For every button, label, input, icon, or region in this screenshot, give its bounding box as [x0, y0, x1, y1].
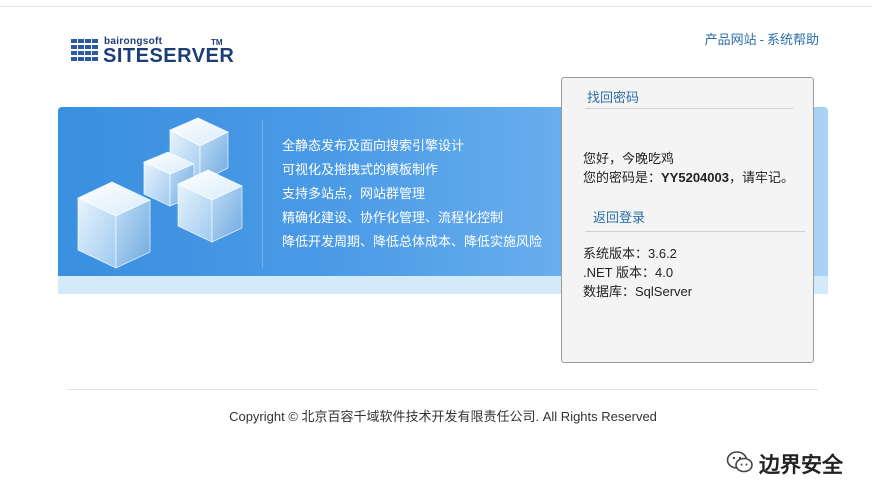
product-site-link[interactable]: 产品网站	[705, 32, 757, 47]
top-links: 产品网站 - 系统帮助	[705, 29, 819, 48]
password-value: YY5204003	[661, 170, 729, 185]
feature-item: 支持多站点，网站群管理	[282, 186, 426, 201]
wechat-icon	[726, 451, 753, 473]
dotnet-version: .NET 版本：4.0	[583, 265, 674, 280]
password-prefix: 您的密码是：	[583, 170, 662, 185]
cube-front	[77, 181, 151, 269]
help-link[interactable]: 系统帮助	[767, 32, 819, 47]
password-recovery-panel: 找回密码 您好，今晚吃鸡 您的密码是：YY5204003，请牢记。 返回登录 系…	[561, 77, 814, 363]
back-to-login-link[interactable]: 返回登录	[593, 207, 645, 226]
cubes-illustration	[77, 117, 243, 269]
system-version: 系统版本：3.6.2	[583, 246, 677, 261]
password-suffix: ，请牢记。	[728, 170, 794, 185]
footer-divider	[67, 389, 818, 390]
panel-divider	[585, 231, 805, 232]
panel-title: 找回密码	[587, 90, 640, 105]
cube-right	[177, 169, 243, 243]
feature-item: 可视化及拖拽式的模板制作	[282, 162, 439, 177]
system-info: 系统版本：3.6.2 .NET 版本：4.0 数据库：SqlServer	[583, 244, 692, 301]
banner-divider	[262, 120, 263, 268]
logo-grid-icon	[71, 39, 99, 63]
logo-trademark: TM	[211, 38, 223, 47]
feature-item: 全静态发布及面向搜索引擎设计	[282, 138, 465, 153]
database-info: 数据库：SqlServer	[583, 284, 693, 299]
top-border	[0, 0, 872, 7]
feature-list: 全静态发布及面向搜索引擎设计 可视化及拖拽式的模板制作 支持多站点，网站群管理 …	[282, 134, 542, 254]
watermark-text: 边界安全	[759, 454, 843, 477]
greeting-text: 您好，今晚吃鸡	[583, 151, 675, 166]
link-separator: -	[759, 32, 764, 47]
feature-item: 精确化建设、协作化管理、流程化控制	[282, 210, 504, 225]
feature-item: 降低开发周期、降低总体成本、降低实施风险	[282, 234, 543, 249]
panel-divider	[585, 108, 793, 109]
password-message: 您的密码是：YY5204003，请牢记。	[583, 167, 794, 186]
logo-product: SITESERVER	[103, 45, 235, 67]
copyright-text: Copyright © 北京百容千域软件技术开发有限责任公司. All Righ…	[229, 409, 657, 424]
